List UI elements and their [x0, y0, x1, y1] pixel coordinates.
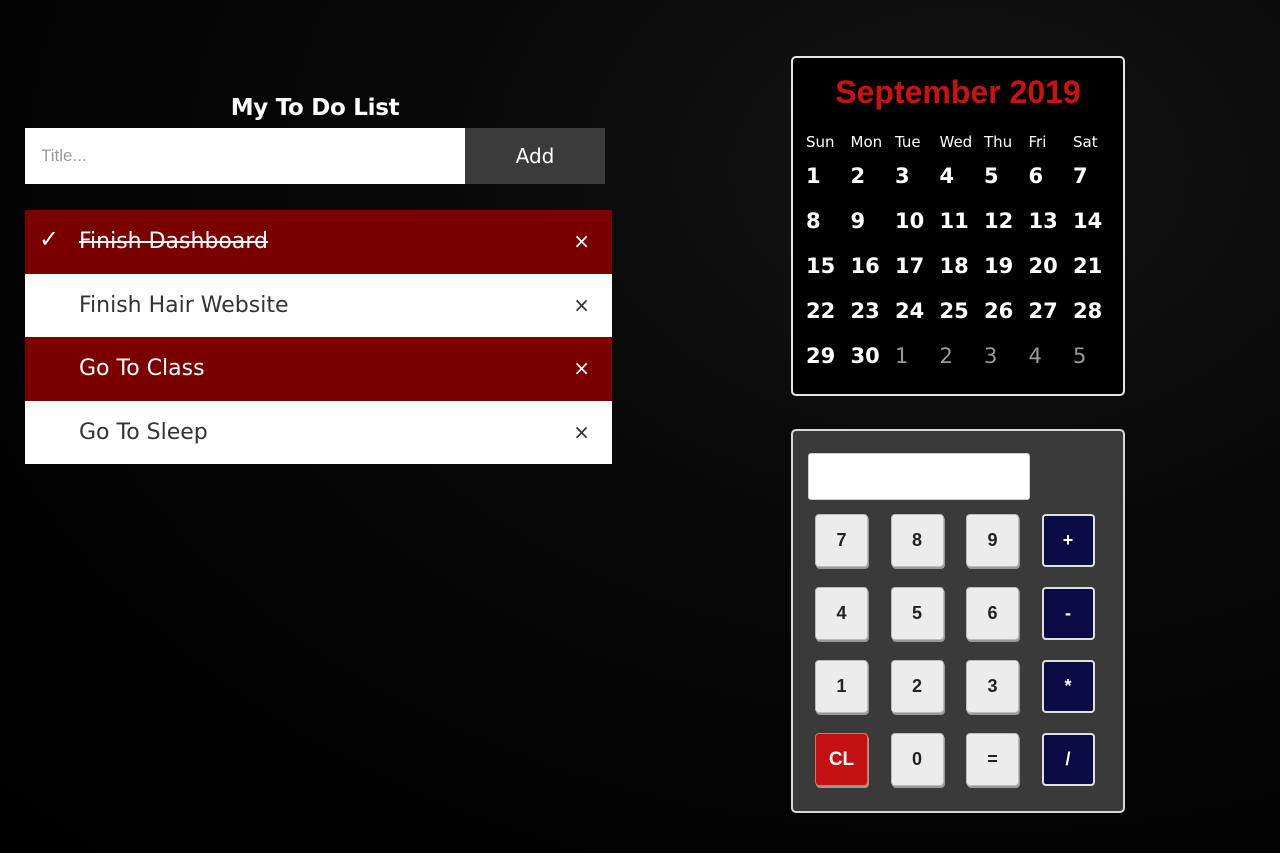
- calendar-day[interactable]: 19: [981, 246, 1026, 291]
- calculator-widget: 7 8 9 +4 5 6- 1 2 3 * CL 0 = /: [791, 429, 1125, 813]
- calendar-day[interactable]: 13: [1026, 201, 1071, 246]
- calc-key-5-button[interactable]: 5: [890, 587, 944, 640]
- todo-item[interactable]: ✓ Finish Dashboard ×: [25, 210, 612, 274]
- calc-key-minus-button[interactable]: -: [1041, 587, 1095, 640]
- calendar-day[interactable]: 26: [981, 291, 1026, 336]
- add-button[interactable]: Add: [465, 128, 605, 184]
- calendar-weekday-label: Thu: [984, 133, 1013, 151]
- todo-panel: My To Do List Add ✓Finish Dashboard×Fini…: [25, 90, 612, 464]
- calendar-day[interactable]: 5: [981, 156, 1026, 201]
- checkmark-icon: ✓: [39, 225, 60, 253]
- calc-key-divide-button[interactable]: /: [1041, 733, 1095, 786]
- close-icon[interactable]: ×: [573, 401, 590, 465]
- calendar-day[interactable]: 28: [1070, 291, 1115, 336]
- calc-key-plus-button[interactable]: +: [1041, 514, 1095, 567]
- calendar-day[interactable]: 9: [848, 201, 893, 246]
- todo-title-input[interactable]: [25, 128, 465, 184]
- calc-key-9-button[interactable]: 9: [966, 514, 1019, 567]
- calc-key-1-button[interactable]: 1: [815, 660, 868, 713]
- calendar-weekday-label: Fri: [1028, 133, 1047, 151]
- calendar-day[interactable]: 24: [892, 291, 937, 336]
- calc-key-0-button[interactable]: 0: [890, 733, 944, 786]
- calc-key-4-button[interactable]: 4: [815, 587, 868, 640]
- calendar-day[interactable]: 7: [1070, 156, 1115, 201]
- calc-key-multiply-button[interactable]: *: [1041, 660, 1095, 713]
- calendar-day[interactable]: 11: [937, 201, 982, 246]
- calendar-widget: September 2019 Sun Mon Tue Wed Thu Fri Sat 1 2 3 4…: [791, 56, 1125, 396]
- todo-item-label: Finish Dashboard: [79, 229, 268, 254]
- calc-key-7-button[interactable]: 7: [815, 514, 868, 567]
- todo-item[interactable]: Go To Class ×: [25, 337, 612, 401]
- calendar-weekday-label: Mon: [850, 133, 883, 151]
- calendar-day-next-month[interactable]: 4: [1026, 336, 1071, 381]
- todo-title: My To Do List: [230, 95, 400, 121]
- calendar-day[interactable]: 8: [803, 201, 848, 246]
- calendar-day-next-month[interactable]: 2: [937, 336, 982, 381]
- calendar-day[interactable]: 25: [937, 291, 982, 336]
- todo-item[interactable]: Go To Sleep ×: [25, 400, 612, 465]
- todo-item-label: Finish Hair Website: [79, 292, 289, 318]
- calendar-day[interactable]: 30: [848, 336, 893, 381]
- calendar-day[interactable]: 21: [1070, 246, 1115, 291]
- calendar-day[interactable]: 29: [803, 336, 848, 381]
- calc-key-3-button[interactable]: 3: [966, 660, 1019, 713]
- calendar-day[interactable]: 10: [892, 201, 937, 246]
- calendar-day[interactable]: 1: [803, 156, 848, 201]
- calendar-day[interactable]: 6: [1026, 156, 1071, 201]
- todo-item-label: Go To Class: [79, 356, 205, 381]
- calculator-display[interactable]: [808, 453, 1030, 500]
- calendar-grid: Sun Mon Tue Wed Thu Fri Sat 1 2 3 4 5 6 7 8 9 10 11 12 13 14…: [803, 128, 1115, 381]
- calendar-day-next-month[interactable]: 1: [892, 336, 937, 381]
- todo-list: ✓ Finish Dashboard × Finish Hair Website × Go…: [25, 210, 612, 464]
- calendar-day[interactable]: 27: [1026, 291, 1071, 336]
- calendar-day[interactable]: 2: [848, 156, 893, 201]
- calendar-day[interactable]: 16: [848, 246, 893, 291]
- calendar-day[interactable]: 3: [892, 156, 937, 201]
- calendar-weekday-label: Sat: [1073, 133, 1098, 151]
- calendar-day[interactable]: 4: [937, 156, 982, 201]
- calendar-weekday-label: Tue: [895, 133, 921, 151]
- calc-key-6-button[interactable]: 6: [966, 587, 1019, 640]
- calendar-day[interactable]: 22: [803, 291, 848, 336]
- calendar-day[interactable]: 20: [1026, 246, 1071, 291]
- calendar-weekday-label: Sun: [806, 133, 835, 151]
- todo-item[interactable]: Finish Hair Website ×: [25, 273, 612, 338]
- calendar-day[interactable]: 17: [892, 246, 937, 291]
- calc-key-clear-button[interactable]: CL: [815, 733, 868, 786]
- calendar-day-next-month[interactable]: 5: [1070, 336, 1115, 381]
- calendar-day[interactable]: 15: [803, 246, 848, 291]
- todo-form: Add: [25, 128, 605, 184]
- calc-key-2-button[interactable]: 2: [890, 660, 944, 713]
- close-icon[interactable]: ×: [573, 210, 590, 274]
- calendar-day[interactable]: 23: [848, 291, 893, 336]
- close-icon[interactable]: ×: [573, 274, 590, 338]
- calendar-day[interactable]: 14: [1070, 201, 1115, 246]
- todo-item-label: Go To Sleep: [79, 419, 208, 445]
- calendar-month-title: September 2019: [835, 74, 1081, 110]
- calendar-day[interactable]: 12: [981, 201, 1026, 246]
- close-icon[interactable]: ×: [573, 337, 590, 401]
- calendar-day-next-month[interactable]: 3: [981, 336, 1026, 381]
- calc-key-8-button[interactable]: 8: [890, 514, 944, 567]
- calendar-day[interactable]: 18: [937, 246, 982, 291]
- calc-key-equals-button[interactable]: =: [966, 733, 1019, 786]
- calendar-weekday-label: Wed: [939, 133, 973, 151]
